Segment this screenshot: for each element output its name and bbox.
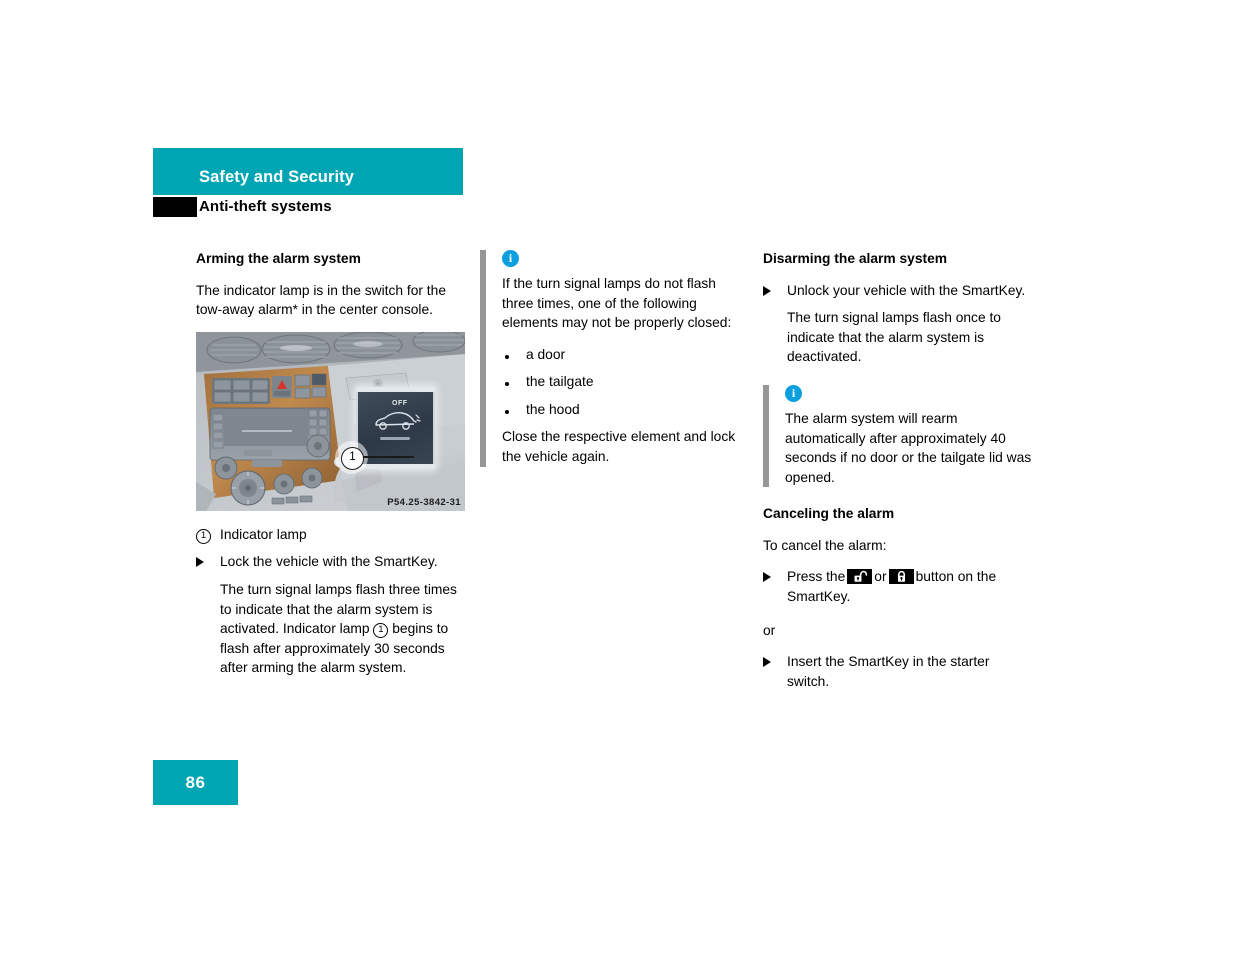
center-console-figure: OFF 1 P54.25-3842-31 bbox=[196, 331, 465, 511]
bullet-label: the hood bbox=[526, 401, 580, 417]
left-column: Arming the alarm system The indicator la… bbox=[196, 250, 468, 678]
info-icon: i bbox=[502, 250, 519, 267]
indicator-lamp bbox=[380, 436, 410, 440]
legend-number-badge: 1 bbox=[196, 525, 211, 545]
info-note-text: If the turn signal lamps do not flash th… bbox=[502, 276, 732, 331]
disarming-heading: Disarming the alarm system bbox=[763, 251, 948, 266]
list-item: a door bbox=[502, 345, 748, 365]
inline-callout-number-1: 1 bbox=[373, 623, 389, 639]
legend-label: Indicator lamp bbox=[220, 526, 307, 542]
left-heading: Arming the alarm system bbox=[196, 251, 361, 266]
page-number: 86 bbox=[153, 760, 238, 805]
chapter-header-bar: Safety and Security bbox=[153, 148, 463, 195]
section-color-swatch bbox=[153, 197, 197, 217]
switch-bezel-bottom bbox=[356, 463, 435, 469]
canceling-step-text-a: Press the bbox=[787, 569, 846, 585]
figure-legend-item: 1 Indicator lamp bbox=[196, 525, 468, 545]
info-icon: i bbox=[785, 384, 802, 402]
list-item: the hood bbox=[502, 400, 748, 420]
canceling-step2-text: Insert the SmartKey in the starter switc… bbox=[787, 654, 990, 689]
left-intro-paragraph: The indicator lamp is in the switch for … bbox=[196, 282, 446, 318]
callout-number-1: 1 bbox=[341, 446, 364, 470]
step-triangle-icon bbox=[763, 652, 771, 673]
info-note-closing-text: Close the respective element and lock th… bbox=[502, 429, 736, 465]
disarming-step-item: Unlock your vehicle with the SmartKey. bbox=[763, 281, 1035, 301]
switch-off-label: OFF bbox=[392, 399, 408, 407]
section-title: Anti-theft systems bbox=[199, 198, 332, 215]
canceling-step-or: or bbox=[874, 569, 887, 585]
callout-leader-line bbox=[362, 455, 414, 458]
info-note-turn-signals: i If the turn signal lamps do not flash … bbox=[480, 250, 748, 467]
arming-step-text: Lock the vehicle with the SmartKey. bbox=[220, 554, 438, 570]
bullet-label: a door bbox=[526, 346, 566, 362]
switch-bezel-top bbox=[356, 386, 435, 392]
step-triangle-icon bbox=[763, 567, 771, 588]
figure-reference-code: P54.25-3842-31 bbox=[387, 496, 461, 508]
disarming-step-text: Unlock your vehicle with the SmartKey. bbox=[787, 282, 1026, 298]
bullet-icon bbox=[502, 400, 509, 420]
or-separator: or bbox=[763, 622, 776, 638]
bullet-icon bbox=[502, 372, 509, 392]
step-triangle-icon bbox=[763, 281, 771, 302]
middle-column: i If the turn signal lamps do not flash … bbox=[480, 250, 748, 481]
step-triangle-icon bbox=[196, 552, 204, 573]
car-tow-away-icon bbox=[375, 411, 421, 430]
disarming-step-detail: The turn signal lamps flash once to indi… bbox=[787, 310, 1001, 365]
bullet-icon bbox=[502, 345, 509, 365]
chapter-title: Safety and Security bbox=[199, 168, 355, 186]
arming-step-detail: The turn signal lamps flash three times … bbox=[196, 580, 468, 678]
canceling-heading: Canceling the alarm bbox=[763, 506, 895, 522]
info-note-rule bbox=[480, 250, 486, 467]
bullet-label: the tailgate bbox=[526, 374, 594, 390]
canceling-step-item: Press the or button on the SmartKey. bbox=[763, 567, 1035, 606]
canceling-intro: To cancel the alarm: bbox=[763, 537, 887, 553]
unlock-button-icon bbox=[847, 569, 873, 585]
right-column: Disarming the alarm system Unlock your v… bbox=[763, 250, 1035, 699]
lock-button-icon bbox=[888, 569, 914, 585]
canceling-step2-item: Insert the SmartKey in the starter switc… bbox=[763, 652, 1035, 691]
list-item: the tailgate bbox=[502, 372, 748, 392]
info-note-rearm: i The alarm system will rearm automatica… bbox=[763, 384, 1035, 488]
info-note-text: The alarm system will rearm automaticall… bbox=[785, 410, 1032, 485]
info-note-rule bbox=[763, 384, 769, 488]
section-header-row: Anti-theft systems bbox=[153, 195, 463, 222]
arming-step-item: Lock the vehicle with the SmartKey. bbox=[196, 552, 468, 572]
